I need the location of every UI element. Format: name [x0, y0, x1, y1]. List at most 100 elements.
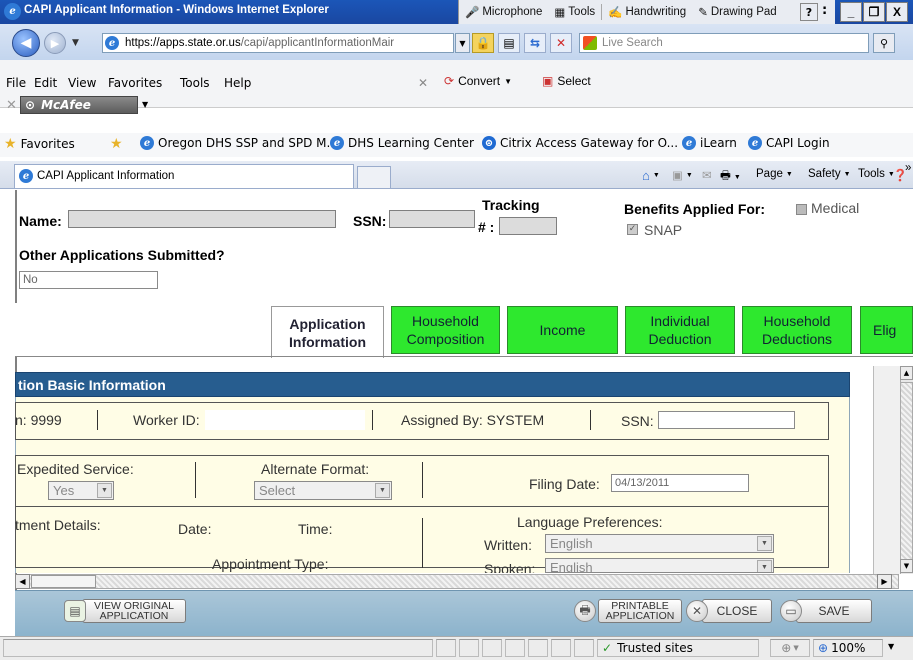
- tab-household-composition[interactable]: Household Composition: [391, 306, 500, 354]
- drawing-pad-button[interactable]: ✎ Drawing Pad: [692, 0, 782, 24]
- new-tab-button[interactable]: [357, 166, 391, 188]
- add-favorite-icon: ★: [110, 136, 123, 152]
- menu-favorites[interactable]: Favorites: [108, 76, 162, 90]
- rss-feed-icon: ▣: [672, 170, 683, 182]
- tools-menu[interactable]: Tools ▼: [858, 168, 895, 180]
- close-mcafee-icon[interactable]: ✕: [6, 98, 17, 113]
- other-applications-field[interactable]: No: [19, 271, 158, 289]
- scroll-right-button[interactable]: ▶: [877, 574, 892, 589]
- ssn-field[interactable]: [389, 210, 475, 228]
- back-arrow-icon: ◀: [20, 35, 32, 51]
- mcafee-dropdown[interactable]: ▼: [142, 100, 148, 109]
- microphone-button[interactable]: 🎤 Microphone: [459, 0, 548, 24]
- horizontal-scrollbar[interactable]: [15, 574, 899, 589]
- tab-household-deductions[interactable]: Household Deductions: [742, 306, 852, 354]
- menu-file[interactable]: File: [6, 76, 26, 90]
- other-applications-label: Other Applications Submitted?: [19, 247, 225, 263]
- help-button[interactable]: ?: [800, 3, 818, 21]
- close-button[interactable]: CLOSE: [702, 599, 772, 623]
- scroll-up-button[interactable]: ▲: [900, 366, 913, 380]
- search-button[interactable]: ⚲: [873, 33, 895, 53]
- forward-button[interactable]: ▶: [44, 32, 66, 54]
- recent-pages-dropdown[interactable]: ▼: [72, 38, 79, 48]
- mcafee-button[interactable]: ⊙ McAfee: [20, 96, 138, 114]
- tab-income[interactable]: Income: [507, 306, 618, 354]
- zoom-button[interactable]: ⊕ 100%: [813, 639, 883, 657]
- citrix-icon: ⊜: [482, 136, 496, 150]
- tab-application-information[interactable]: Application Information: [271, 306, 384, 358]
- close-toolbar-icon[interactable]: ✕: [418, 76, 428, 90]
- menu-tools[interactable]: Tools: [180, 76, 210, 90]
- security-zone[interactable]: ✓ Trusted sites: [597, 639, 759, 657]
- zoom-dropdown[interactable]: ▼: [888, 642, 894, 651]
- convert-button[interactable]: ⟳ Convert ▼: [444, 74, 512, 88]
- live-search-logo-icon: [583, 36, 597, 50]
- url-input[interactable]: https://apps.state.or.us/capi/applicantI…: [102, 33, 454, 53]
- section-ssn-field[interactable]: [658, 411, 795, 429]
- tools-button[interactable]: ▦ Tools: [548, 0, 601, 24]
- window-controls: _ ❐ X: [840, 2, 908, 22]
- vertical-scroll-thumb[interactable]: [900, 382, 913, 562]
- filing-date-field[interactable]: 04/13/2011: [611, 474, 749, 492]
- minimize-button[interactable]: _: [840, 2, 862, 22]
- written-language-select[interactable]: English ▼: [545, 534, 774, 553]
- save-button[interactable]: SAVE: [796, 599, 872, 623]
- spoken-language-select[interactable]: English ▼: [545, 558, 774, 573]
- favorite-link-capi-login[interactable]: e CAPI Login: [748, 136, 830, 150]
- favorite-link-citrix[interactable]: ⊜ Citrix Access Gateway for O...: [482, 136, 678, 150]
- back-button[interactable]: ◀: [12, 29, 40, 57]
- section-header: tion Basic Information: [15, 372, 850, 397]
- url-dropdown[interactable]: ▼: [455, 33, 470, 53]
- tab-individual-deduction[interactable]: Individual Deduction: [625, 306, 735, 354]
- alternate-format-label: Alternate Format:: [261, 461, 370, 477]
- expedited-service-select[interactable]: Yes ▼: [48, 481, 114, 500]
- feeds-button[interactable]: ▣ ▼: [672, 168, 693, 182]
- close-window-button[interactable]: X: [886, 2, 908, 22]
- chevron-down-icon: ▼: [757, 560, 772, 572]
- tab-eligibility[interactable]: Elig: [860, 306, 913, 354]
- protected-mode-button[interactable]: ⊕ ▼: [770, 639, 810, 657]
- favorite-link-dhs-learning[interactable]: e DHS Learning Center: [330, 136, 474, 150]
- home-button[interactable]: ⌂ ▼: [642, 168, 660, 183]
- favorites-button[interactable]: ★ Favorites: [4, 136, 75, 152]
- toolbar-grip[interactable]: :: [822, 3, 827, 18]
- menu-view[interactable]: View: [68, 76, 96, 90]
- tab-capi-applicant-information[interactable]: CAPI Applicant Information: [14, 164, 354, 188]
- scroll-down-button[interactable]: ▼: [900, 559, 913, 573]
- horizontal-scroll-thumb[interactable]: [31, 575, 96, 588]
- search-input[interactable]: Live Search: [579, 33, 869, 53]
- written-language-label: Written:: [484, 537, 532, 553]
- stop-icon[interactable]: ✕: [550, 33, 572, 53]
- menu-edit[interactable]: Edit: [34, 76, 57, 90]
- menu-help[interactable]: Help: [224, 76, 251, 90]
- print-button[interactable]: 🖶 ▼: [720, 168, 741, 187]
- favorite-link-ilearn[interactable]: e iLearn: [682, 136, 737, 150]
- view-original-application-button[interactable]: VIEW ORIGINAL APPLICATION: [82, 599, 186, 623]
- handwriting-button[interactable]: ✍ Handwriting: [602, 0, 692, 24]
- alternate-format-select[interactable]: Select ▼: [254, 481, 392, 500]
- snap-checkbox[interactable]: ✓: [627, 224, 638, 235]
- chevron-down-icon: ▼: [504, 76, 513, 86]
- page-icon: e: [105, 36, 119, 50]
- restore-button[interactable]: ❐: [863, 2, 885, 22]
- status-cell: [436, 639, 456, 657]
- safety-menu[interactable]: Safety ▼: [808, 168, 851, 180]
- more-commands-chevron[interactable]: »: [905, 162, 911, 174]
- tab-label: Household Deductions: [761, 313, 833, 347]
- divider: [590, 410, 591, 430]
- tracking-number-field[interactable]: [499, 217, 557, 235]
- tab-label: Application Information: [289, 315, 366, 350]
- favorite-link-oregon-dhs[interactable]: e Oregon DHS SSP and SPD M...: [140, 136, 338, 150]
- refresh-icon[interactable]: ⇆: [524, 33, 546, 53]
- read-mail-button[interactable]: ✉: [702, 168, 712, 182]
- name-field[interactable]: [68, 210, 336, 228]
- scroll-left-button[interactable]: ◀: [15, 574, 30, 589]
- compatibility-view-icon[interactable]: ▤: [498, 33, 520, 53]
- select-button[interactable]: ▣ Select: [542, 74, 591, 88]
- printable-application-button[interactable]: PRINTABLE APPLICATION: [598, 599, 682, 623]
- add-favorite-button[interactable]: ★: [110, 136, 123, 152]
- expedited-service-label: Expedited Service:: [17, 461, 134, 477]
- medical-checkbox[interactable]: [796, 204, 807, 215]
- lock-icon[interactable]: 🔒: [472, 33, 494, 53]
- page-menu[interactable]: Page ▼: [756, 168, 793, 180]
